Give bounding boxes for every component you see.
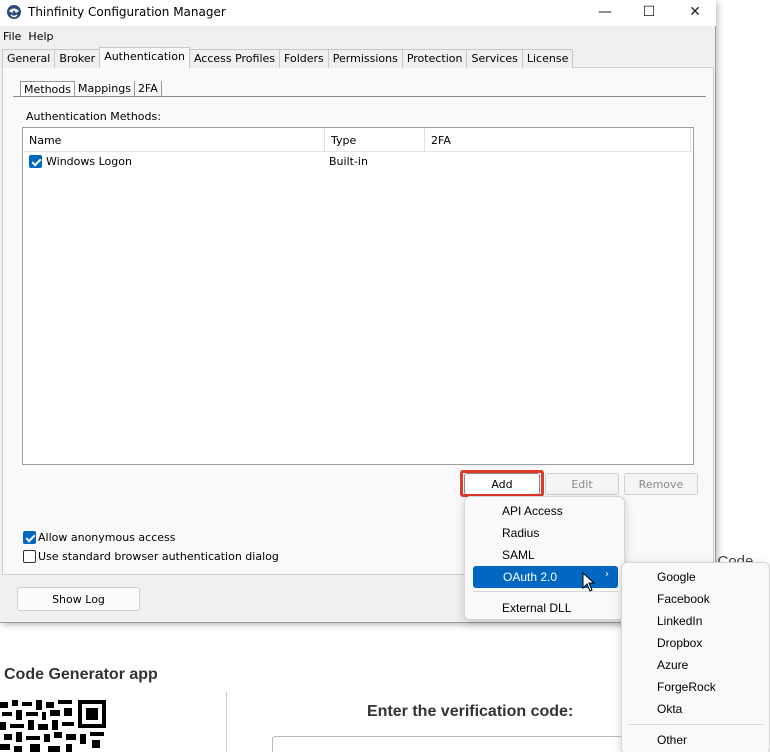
menu-item-saml[interactable]: SAML <box>473 544 618 566</box>
verification-code-input[interactable] <box>272 736 632 752</box>
subtab-2fa[interactable]: 2FA <box>135 81 162 97</box>
tab-protection[interactable]: Protection <box>401 49 468 68</box>
menu-item-oauth[interactable]: OAuth 2.0 <box>473 566 618 588</box>
menu-file[interactable]: File <box>0 28 25 46</box>
menu-separator <box>473 591 618 592</box>
oauth-item-linkedin[interactable]: LinkedIn <box>628 610 764 632</box>
list-header: Name Type 2FA <box>23 128 693 152</box>
menu-help[interactable]: Help <box>25 28 57 46</box>
window-title: Thinfinity Configuration Manager <box>28 5 226 19</box>
maximize-button[interactable]: ☐ <box>626 0 672 24</box>
thinfinity-app-icon <box>7 5 21 19</box>
tab-broker[interactable]: Broker <box>54 49 101 68</box>
oauth-item-google[interactable]: Google <box>628 566 764 588</box>
tab-license[interactable]: License <box>521 49 574 68</box>
standard-browser-dialog-checkbox[interactable] <box>23 550 36 563</box>
oauth-submenu: Google Facebook LinkedIn Dropbox Azure F… <box>621 562 770 752</box>
minimize-button[interactable]: — <box>582 0 628 24</box>
oauth-item-okta[interactable]: Okta <box>628 698 764 720</box>
oauth-item-facebook[interactable]: Facebook <box>628 588 764 610</box>
tab-folders[interactable]: Folders <box>279 49 329 68</box>
oauth-item-dropbox[interactable]: Dropbox <box>628 632 764 654</box>
allow-anonymous-label: Allow anonymous access <box>38 531 176 544</box>
allow-anonymous-checkbox[interactable] <box>23 531 36 544</box>
oauth-item-azure[interactable]: Azure <box>628 654 764 676</box>
table-row[interactable]: Windows Logon Built-in <box>23 152 693 172</box>
mouse-cursor-icon <box>582 572 596 592</box>
background-divider <box>226 692 227 752</box>
menu-item-external-dll[interactable]: External DLL <box>473 597 618 619</box>
standard-browser-dialog-label: Use standard browser authentication dial… <box>38 550 279 563</box>
authentication-methods-label: Authentication Methods: <box>26 110 161 123</box>
code-generator-heading: Code Generator app <box>4 666 158 683</box>
tab-authentication[interactable]: Authentication <box>99 47 190 68</box>
menu-item-api-access[interactable]: API Access <box>473 500 618 522</box>
tab-permissions[interactable]: Permissions <box>327 49 403 68</box>
column-header-2fa[interactable]: 2FA <box>425 128 691 152</box>
tab-services[interactable]: Services <box>466 49 523 68</box>
row-name: Windows Logon <box>46 155 132 168</box>
subtab-divider <box>13 96 706 97</box>
subtab-mappings[interactable]: Mappings <box>75 81 135 97</box>
show-log-button[interactable]: Show Log <box>17 587 140 611</box>
close-button[interactable]: ✕ <box>672 0 718 24</box>
oauth-item-forgerock[interactable]: ForgeRock <box>628 676 764 698</box>
column-header-name[interactable]: Name <box>23 128 325 152</box>
tab-access-profiles[interactable]: Access Profiles <box>188 49 281 68</box>
add-button-highlight <box>460 470 544 497</box>
authentication-methods-list[interactable]: Name Type 2FA Windows Logon Built-in <box>22 127 694 465</box>
tab-general[interactable]: General <box>2 49 56 68</box>
row-type: Built-in <box>329 155 368 168</box>
menu-bar: File Help <box>0 28 58 46</box>
submenu-separator <box>628 724 764 725</box>
subtab-methods[interactable]: Methods <box>20 81 75 97</box>
add-method-menu: API Access Radius SAML OAuth 2.0 › Exter… <box>464 496 625 620</box>
submenu-arrow-icon: › <box>605 569 609 580</box>
verification-code-label: Enter the verification code: <box>367 703 574 720</box>
column-header-type[interactable]: Type <box>325 128 425 152</box>
main-tabs: General Broker Authentication Access Pro… <box>2 47 574 68</box>
remove-button[interactable]: Remove <box>624 473 698 495</box>
windows-logon-checkbox[interactable] <box>29 155 42 168</box>
edit-button[interactable]: Edit <box>545 473 619 495</box>
oauth-item-other[interactable]: Other <box>628 729 764 751</box>
qr-code-image <box>0 698 108 752</box>
title-bar[interactable]: Thinfinity Configuration Manager — ☐ ✕ <box>0 0 716 26</box>
menu-item-radius[interactable]: Radius <box>473 522 618 544</box>
